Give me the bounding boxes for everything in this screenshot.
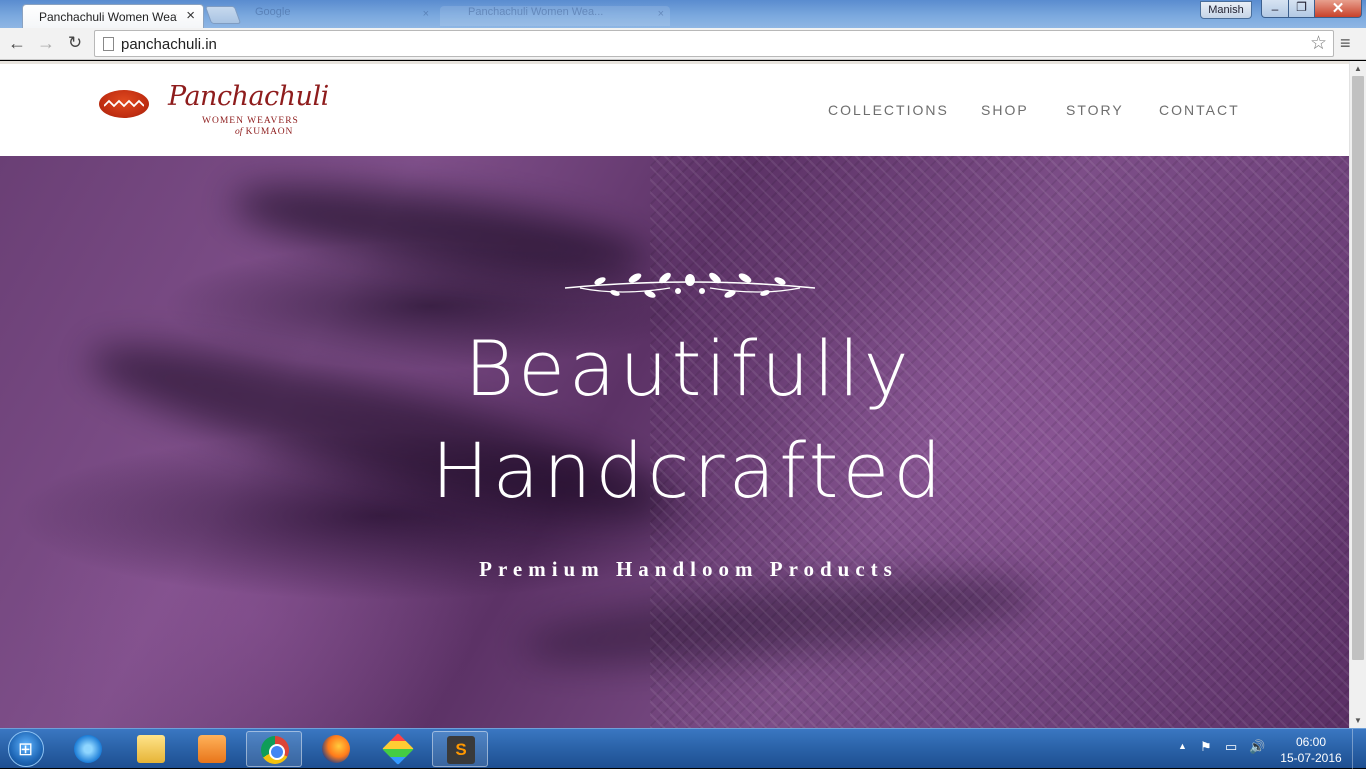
windows-logo-icon: ⊞ xyxy=(18,739,34,759)
close-window-button[interactable]: ✕ xyxy=(1314,0,1362,18)
taskbar-internet-explorer[interactable] xyxy=(60,731,116,767)
minimize-button[interactable]: – xyxy=(1261,0,1289,18)
scroll-thumb[interactable] xyxy=(1352,76,1364,660)
ghost-tab-close-icon: × xyxy=(657,8,664,20)
nav-collections[interactable]: COLLECTIONS xyxy=(828,102,949,118)
windows-taskbar: ⊞ S ▲ ⚑ ▭ 🔊 06:00 15-07-2016 xyxy=(0,728,1366,769)
nav-shop[interactable]: SHOP xyxy=(981,102,1029,118)
background-window-tab-panchachuli: Panchachuli Women Wea... × xyxy=(440,6,670,26)
ghost-tab-title: Panchachuli Women Wea... xyxy=(468,6,604,18)
logo-subtitle: WOMEN WEAVERS xyxy=(202,116,299,126)
network-icon[interactable]: ▭ xyxy=(1225,739,1237,755)
tab-panchachuli[interactable]: Panchachuli Women Weav × xyxy=(22,4,204,28)
hero-heading-line-2: Handcrafted xyxy=(431,426,946,515)
clock-time: 06:00 xyxy=(1295,735,1327,749)
forward-button[interactable]: → xyxy=(34,32,58,56)
hero-heading-line-1: Beautifully xyxy=(464,324,913,413)
start-button[interactable]: ⊞ xyxy=(8,731,44,767)
close-icon: ✕ xyxy=(1331,0,1345,17)
logo-region-text: KUMAON xyxy=(245,127,294,137)
minimize-icon: – xyxy=(1271,2,1279,16)
page-viewport: Panchachuli WOMEN WEAVERS of KUMAON COLL… xyxy=(0,61,1366,728)
system-clock[interactable]: 06:00 15-07-2016 xyxy=(1276,734,1346,766)
url-text[interactable]: panchachuli.in xyxy=(121,36,217,53)
background-window-tab-google: Google × xyxy=(255,6,435,26)
maximize-icon: ❐ xyxy=(1296,0,1307,14)
show-desktop-button[interactable] xyxy=(1352,729,1366,769)
back-button[interactable]: ← xyxy=(5,32,29,56)
logo-subtitle-region: of KUMAON xyxy=(235,127,293,137)
tab-title: Panchachuli Women Weav xyxy=(39,10,177,24)
scroll-up-icon[interactable]: ▲ xyxy=(1354,64,1362,73)
site-header: Panchachuli WOMEN WEAVERS of KUMAON COLL… xyxy=(0,61,1349,156)
chrome-icon xyxy=(261,736,289,764)
taskbar-sublime-text[interactable]: S xyxy=(432,731,488,767)
browser-titlebar: Panchachuli Women Weav × Google × Pancha… xyxy=(0,0,1366,28)
maximize-button[interactable]: ❐ xyxy=(1288,0,1315,18)
taskbar-firefox[interactable] xyxy=(308,731,364,767)
tab-close-icon[interactable]: × xyxy=(186,7,195,24)
taskbar-media-player[interactable] xyxy=(184,731,240,767)
reload-button[interactable]: ↻ xyxy=(63,32,87,56)
new-tab-button[interactable] xyxy=(204,6,242,24)
show-hidden-icons-icon[interactable]: ▲ xyxy=(1178,741,1187,751)
browser-toolbar: ← → ↻ panchachuli.in ☆ ≡ xyxy=(0,28,1366,60)
logo-of-text: of xyxy=(235,127,243,137)
address-bar[interactable]: panchachuli.in ☆ xyxy=(94,30,1334,57)
media-player-icon xyxy=(198,735,226,763)
action-center-flag-icon[interactable]: ⚑ xyxy=(1200,739,1212,755)
sublime-text-icon: S xyxy=(447,736,475,764)
bookmark-star-icon[interactable]: ☆ xyxy=(1310,32,1327,55)
hero-banner: Beautifully Handcrafted Premium Handloom… xyxy=(0,156,1349,728)
ghost-tab-title: Google xyxy=(255,6,291,18)
hero-subtitle: Premium Handloom Products xyxy=(479,557,898,581)
bluestacks-icon xyxy=(382,733,414,765)
nav-contact[interactable]: CONTACT xyxy=(1159,102,1240,118)
internet-explorer-icon xyxy=(74,735,102,763)
vertical-scrollbar[interactable]: ▲ ▼ xyxy=(1349,61,1366,728)
taskbar-chrome[interactable] xyxy=(246,731,302,767)
logo-zigzag-icon xyxy=(104,99,144,108)
file-explorer-icon xyxy=(137,735,165,763)
nav-story[interactable]: STORY xyxy=(1066,102,1124,118)
page-icon xyxy=(103,37,114,51)
volume-icon[interactable]: 🔊 xyxy=(1249,739,1265,755)
taskbar-bluestacks[interactable] xyxy=(370,731,426,767)
firefox-icon xyxy=(322,735,350,763)
ghost-tab-close-icon: × xyxy=(422,8,429,20)
logo-title[interactable]: Panchachuli xyxy=(168,81,329,112)
taskbar-file-explorer[interactable] xyxy=(123,731,179,767)
scroll-down-icon[interactable]: ▼ xyxy=(1354,716,1362,725)
leaf-ornament-icon xyxy=(564,272,816,298)
chrome-menu-icon[interactable]: ≡ xyxy=(1340,33,1351,54)
profile-button[interactable]: Manish xyxy=(1200,1,1252,19)
logo-mark-icon[interactable] xyxy=(99,90,149,118)
clock-date: 15-07-2016 xyxy=(1280,751,1342,765)
